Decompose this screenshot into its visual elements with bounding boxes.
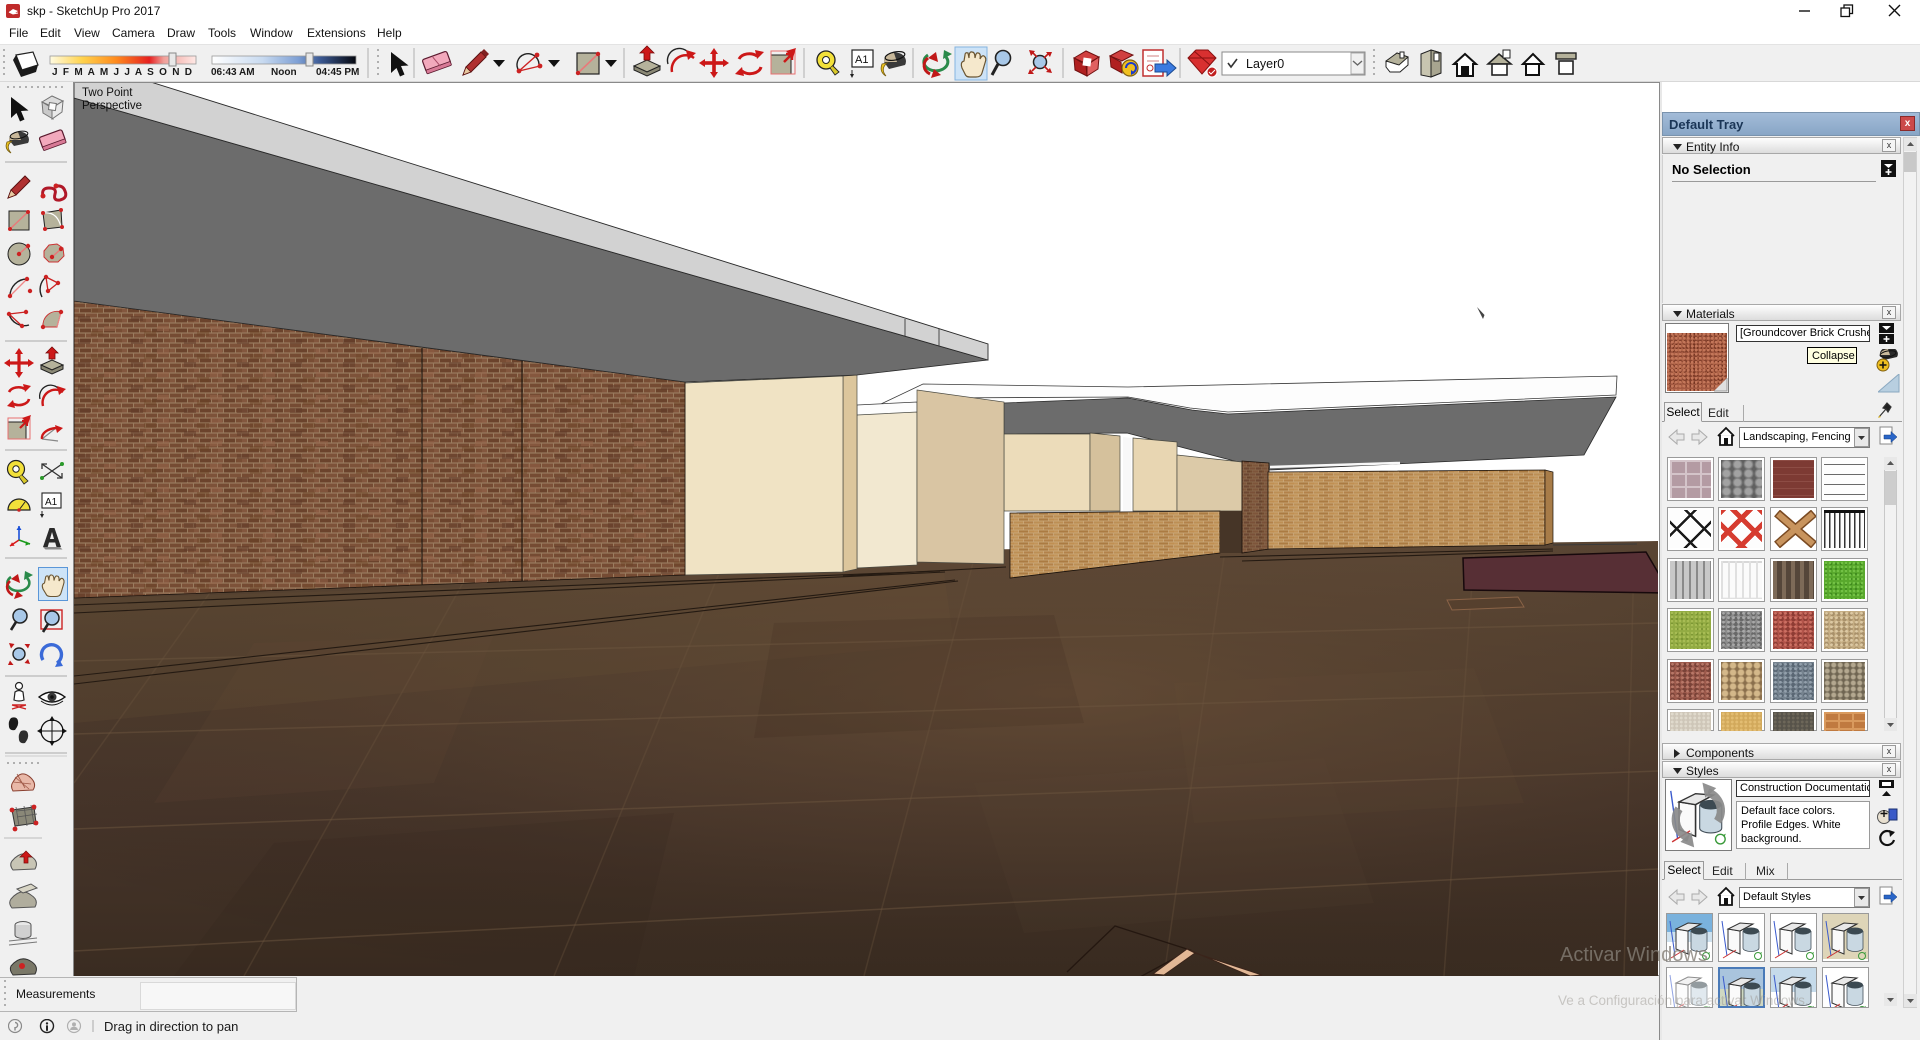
svg-text:Noon: Noon <box>271 67 297 78</box>
svg-text:04:45 PM: 04:45 PM <box>316 67 359 78</box>
svg-text:A1: A1 <box>855 54 868 66</box>
svg-text:06:43 AM: 06:43 AM <box>211 67 255 78</box>
svg-text:Two Point: Two Point <box>82 87 133 99</box>
svg-text:Layer0: Layer0 <box>1246 57 1284 71</box>
svg-text:A1: A1 <box>45 497 58 508</box>
svg-text:Perspective: Perspective <box>82 100 142 112</box>
svg-text:J F M A M J J A S O N D: J F M A M J J A S O N D <box>52 67 192 78</box>
